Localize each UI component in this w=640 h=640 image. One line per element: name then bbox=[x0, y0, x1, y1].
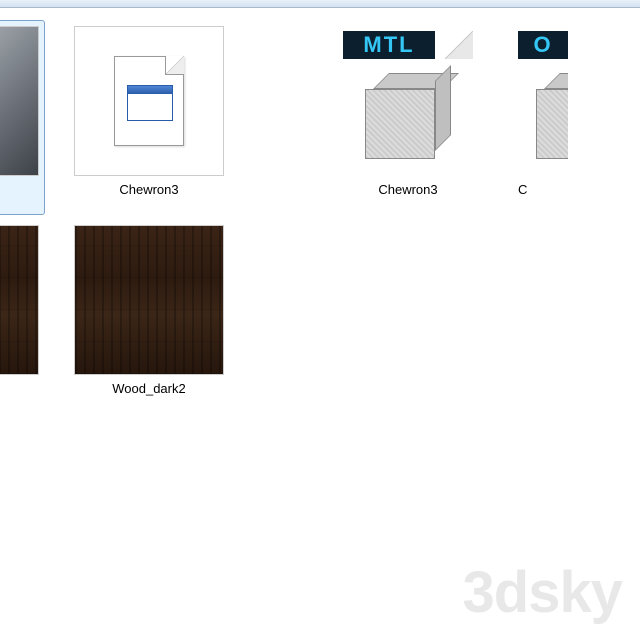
application-icon bbox=[114, 56, 184, 146]
thumbnail-wood bbox=[0, 225, 39, 375]
thumbnail-mtl: MTL bbox=[333, 26, 483, 176]
file-item[interactable]: O C bbox=[512, 20, 567, 215]
obj-file-icon: O bbox=[518, 31, 568, 171]
mtl-file-icon: MTL bbox=[343, 31, 473, 171]
file-label: Chewron3 bbox=[119, 182, 178, 197]
file-item[interactable]: MTL Chewron3 bbox=[308, 20, 508, 215]
file-label: C bbox=[518, 182, 527, 197]
grid-spacer bbox=[251, 18, 306, 213]
file-type-banner: O bbox=[518, 31, 568, 59]
file-item[interactable]: Wood_dark2 bbox=[49, 219, 249, 414]
file-item[interactable] bbox=[0, 219, 45, 414]
watermark-text: 3dsky bbox=[463, 559, 622, 626]
thumbnail-wood bbox=[74, 225, 224, 375]
thumbnail-obj: O bbox=[518, 26, 568, 176]
file-item[interactable] bbox=[0, 20, 45, 215]
file-label: Chewron3 bbox=[378, 182, 437, 197]
file-label: Wood_dark2 bbox=[112, 381, 185, 396]
file-grid: Chewron3 MTL Chewron3 O C bbox=[0, 8, 640, 416]
thumbnail-image bbox=[0, 26, 39, 176]
file-item[interactable]: Chewron3 bbox=[49, 20, 249, 215]
file-type-banner: MTL bbox=[343, 31, 435, 59]
thumbnail-app bbox=[74, 26, 224, 176]
window-toolbar bbox=[0, 0, 640, 8]
